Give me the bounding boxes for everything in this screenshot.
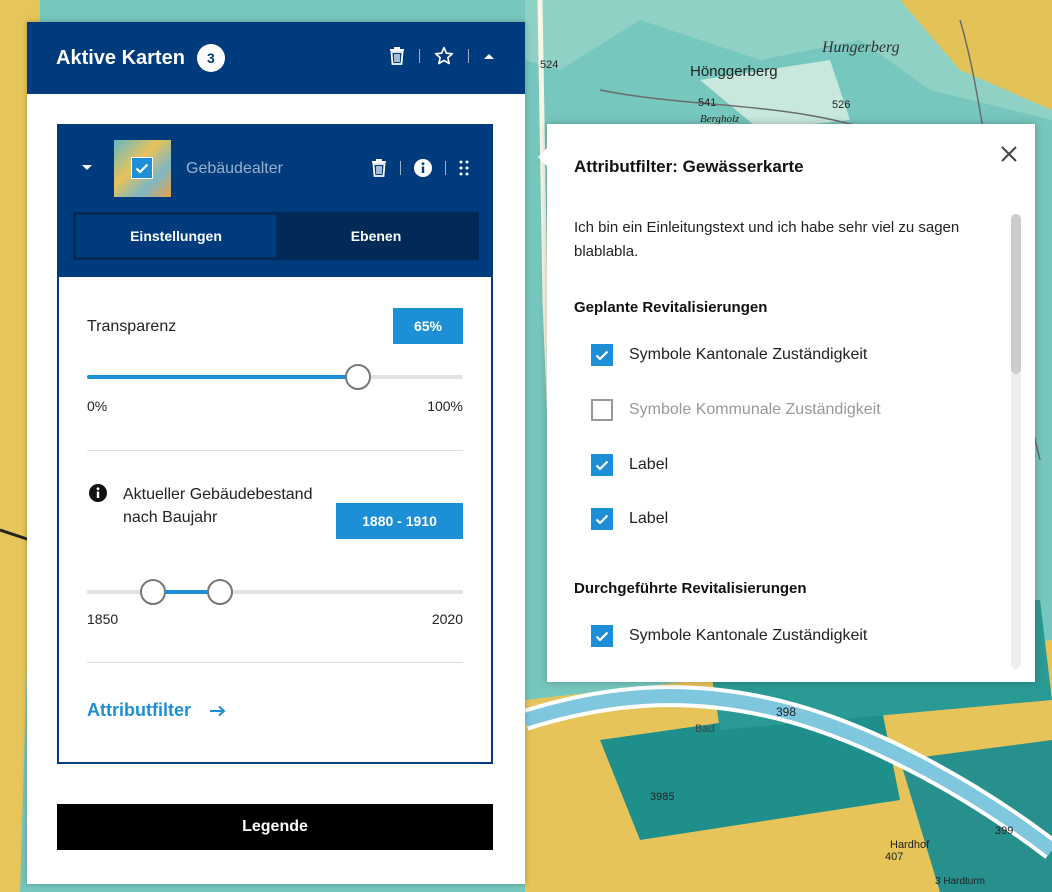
year-range-value: 1880 - 1910 bbox=[336, 503, 463, 539]
panel-header-actions bbox=[389, 46, 495, 66]
star-icon[interactable] bbox=[434, 46, 454, 66]
map-label: 3985 bbox=[650, 791, 674, 803]
attribute-filter-link-label: Attributfilter bbox=[87, 700, 191, 720]
separator bbox=[468, 49, 469, 63]
checkbox-row[interactable]: Symbole Kantonale Zuständigkeit bbox=[591, 344, 867, 366]
attribute-filter-popover: Attributfilter: Gewässerkarte Ich bin ei… bbox=[538, 124, 1035, 682]
checkbox-row[interactable]: Label bbox=[591, 454, 668, 476]
map-label: 398 bbox=[776, 705, 796, 719]
map-label: 524 bbox=[540, 59, 558, 71]
trash-icon[interactable] bbox=[389, 47, 405, 65]
year-range-min-label: 1850 bbox=[87, 611, 119, 627]
layer-thumbnail bbox=[114, 140, 171, 197]
separator bbox=[419, 49, 420, 63]
separator bbox=[400, 161, 401, 175]
layer-card-gebaeudealter: Gebäudealter Einstellungen Ebenen Transp… bbox=[57, 124, 493, 764]
transparency-label: Transparenz bbox=[87, 318, 177, 335]
info-icon[interactable] bbox=[414, 159, 432, 177]
map-label: 541 bbox=[698, 97, 716, 109]
layer-card-header: Gebäudealter Einstellungen Ebenen bbox=[59, 126, 491, 277]
map-label: Bad bbox=[695, 723, 715, 735]
map-label: Hardhof bbox=[890, 839, 930, 851]
map-label: Hönggerberg bbox=[690, 63, 778, 80]
popover-intro-text: Ich bin ein Einleitungstext und ich habe… bbox=[574, 219, 960, 260]
map-label: 3 Hardturm bbox=[935, 876, 985, 887]
layer-row: Gebäudealter bbox=[59, 140, 491, 200]
checkbox-label: Label bbox=[629, 456, 669, 473]
transparency-max-label: 100% bbox=[427, 398, 463, 414]
checkbox-row[interactable]: Label bbox=[591, 508, 668, 530]
arrow-right-icon bbox=[210, 705, 226, 717]
transparency-min-label: 0% bbox=[87, 398, 108, 414]
transparency-slider-handle[interactable] bbox=[344, 364, 371, 390]
checkbox-unchecked[interactable] bbox=[591, 399, 613, 421]
transparency-value: 65% bbox=[393, 308, 463, 344]
tab-ebenen[interactable]: Ebenen bbox=[276, 215, 476, 257]
transparency-slider-fill bbox=[87, 375, 358, 379]
active-maps-count-badge: 3 bbox=[196, 44, 225, 72]
checkbox-row[interactable]: Symbole Kommunale Zuständigkeit bbox=[591, 399, 881, 421]
layer-visibility-checkbox[interactable] bbox=[131, 157, 153, 179]
checkbox-checked[interactable] bbox=[591, 508, 613, 530]
panel-header: Aktive Karten 3 bbox=[27, 22, 525, 94]
checkbox-label: Symbole Kantonale Zuständigkeit bbox=[629, 627, 868, 644]
info-icon[interactable] bbox=[89, 484, 107, 502]
panel-title: Aktive Karten bbox=[56, 46, 185, 69]
active-maps-panel: Aktive Karten 3 Gebäudealter Einstellung… bbox=[27, 22, 525, 884]
checkbox-label: Label bbox=[629, 510, 669, 527]
caret-up-icon[interactable] bbox=[483, 52, 495, 60]
year-range-max-label: 2020 bbox=[431, 611, 463, 627]
popover-scrollbar-thumb[interactable] bbox=[1011, 214, 1021, 374]
map-label: 399 bbox=[995, 825, 1013, 837]
checkbox-checked[interactable] bbox=[591, 625, 613, 647]
drag-handle-icon[interactable] bbox=[459, 160, 469, 176]
divider bbox=[87, 662, 463, 663]
trash-icon[interactable] bbox=[371, 159, 387, 177]
group-title: Geplante Revitalisierungen bbox=[574, 299, 768, 316]
separator bbox=[445, 161, 446, 175]
checkbox-label: Symbole Kommunale Zuständigkeit bbox=[629, 401, 881, 418]
checkbox-checked[interactable] bbox=[591, 454, 613, 476]
layer-actions bbox=[371, 159, 469, 177]
checkbox-label: Symbole Kantonale Zuständigkeit bbox=[629, 346, 868, 363]
legend-button[interactable]: Legende bbox=[57, 804, 493, 850]
group-title: Durchgeführte Revitalisierungen bbox=[574, 580, 807, 597]
popover-title: Attributfilter: Gewässerkarte bbox=[574, 157, 804, 176]
divider bbox=[87, 450, 463, 451]
year-range-label: Aktueller Gebäudebestand nach Baujahr bbox=[123, 486, 313, 526]
popover-scrollbar[interactable] bbox=[1011, 214, 1021, 669]
layer-name: Gebäudealter bbox=[186, 160, 283, 177]
year-range-start-handle[interactable] bbox=[140, 579, 167, 605]
layer-tabs: Einstellungen Ebenen bbox=[73, 212, 479, 260]
checkbox-row[interactable]: Symbole Kantonale Zuständigkeit bbox=[591, 625, 867, 647]
year-range-end-handle[interactable] bbox=[206, 579, 233, 605]
map-label: 526 bbox=[832, 99, 850, 111]
attribute-filter-link[interactable]: Attributfilter bbox=[87, 700, 226, 721]
chevron-down-icon[interactable] bbox=[81, 164, 93, 172]
map-label: 407 bbox=[885, 851, 903, 863]
checkbox-checked[interactable] bbox=[591, 344, 613, 366]
map-label: Hungerberg bbox=[821, 39, 900, 56]
tab-einstellungen[interactable]: Einstellungen bbox=[76, 215, 276, 257]
close-icon[interactable] bbox=[999, 144, 1019, 164]
